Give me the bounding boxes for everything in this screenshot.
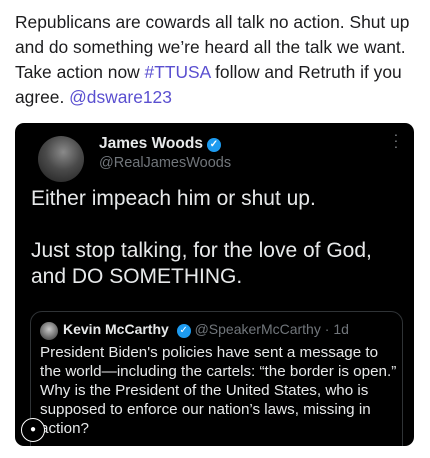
quote-separator: · [324,321,330,337]
author-name-row: James Woods ✓ [99,135,221,153]
post-text: Republicans are cowards all talk no acti… [15,10,420,110]
quote-time: 1d [333,321,349,337]
author-name: James Woods [99,135,203,152]
quote-author-name: Kevin McCarthy [63,321,169,337]
embedded-tweet-image[interactable]: James Woods ✓ @RealJamesWoods · · · Either … [15,123,414,446]
mention-link[interactable]: @dsware123 [69,87,172,107]
more-options-icon: · · · [393,126,399,154]
quote-header: Kevin McCarthy ✓ @SpeakerMcCarthy · 1d [63,321,349,338]
quote-author-handle: @SpeakerMcCarthy [194,321,321,337]
author-handle: @RealJamesWoods [99,155,232,171]
tweet-line-1: Either impeach him or shut up. [31,187,316,210]
person-icon: ● [21,418,45,442]
hashtag-link[interactable]: #TTUSA [145,62,211,82]
quoted-tweet: Kevin McCarthy ✓ @SpeakerMcCarthy · 1d P… [30,311,403,446]
quote-text: President Biden's policies have sent a m… [40,344,397,437]
verified-badge-icon: ✓ [206,138,221,152]
quote-author-avatar [40,322,58,340]
author-avatar [38,136,84,182]
tweet-line-2: Just stop talking, for the love of God, … [31,239,372,288]
tweet-body: Either impeach him or shut up. Just stop… [31,186,401,316]
quote-verified-badge-icon: ✓ [176,324,191,338]
